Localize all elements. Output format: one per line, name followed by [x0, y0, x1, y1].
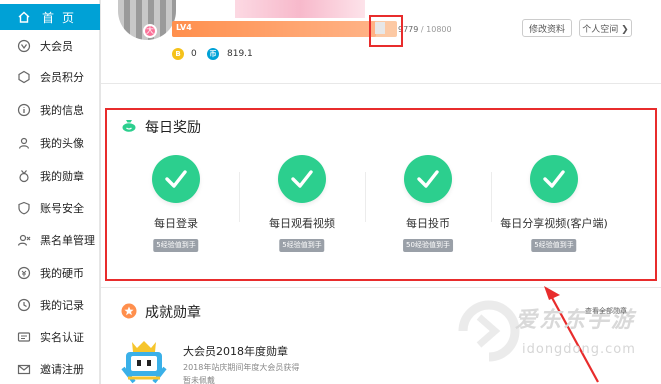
level-progress-fill [172, 21, 376, 37]
exp-max: 10800 [426, 25, 452, 34]
sidebar-item-invite[interactable]: 邀请注册 [0, 354, 100, 384]
sidebar-item-label: 我的勋章 [40, 170, 84, 183]
sidebar-divider [100, 0, 101, 384]
task-divider [365, 172, 366, 222]
sidebar-item-label: 我的硬币 [40, 267, 84, 280]
task-reward-share: 5经验值到手 [531, 239, 577, 252]
sidebar: 首页 大会员 会员积分 我的信息 我的头像 我的勋章 账号安全 黑名单管理 我的… [0, 0, 100, 384]
badge-status: 暂未佩戴 [183, 376, 215, 384]
username-blurred [235, 0, 365, 18]
sidebar-item-label: 实名认证 [40, 331, 84, 344]
blacklist-icon [17, 234, 31, 246]
sidebar-item-records[interactable]: 我的记录 [0, 290, 100, 320]
check-icon [417, 170, 439, 188]
b-coin-count: 0 [191, 49, 197, 59]
hard-coin-count: 819.1 [227, 49, 253, 59]
task-label-share: 每日分享视频(客户端) [500, 217, 608, 230]
personal-space-button[interactable]: 个人空间 ❯ [579, 19, 632, 37]
sidebar-item-medal[interactable]: 我的勋章 [0, 161, 100, 191]
home-icon [18, 11, 30, 23]
sidebar-item-label: 大会员 [40, 40, 73, 53]
edit-profile-button[interactable]: 修改资料 [522, 19, 572, 37]
task-reward-watch: 5经验值到手 [279, 239, 325, 252]
vip-badge: 大 [143, 24, 157, 38]
task-check-login [152, 155, 200, 203]
sidebar-item-label: 账号安全 [40, 202, 84, 215]
task-label-coin: 每日投币 [406, 217, 450, 230]
level-tag: LV4 [176, 23, 192, 32]
vip-icon [17, 39, 31, 53]
view-all-badges-link[interactable]: 查看全部勋章 [585, 306, 627, 316]
invite-icon [17, 364, 31, 375]
watermark-domain: idongdong.com [522, 342, 636, 357]
sidebar-item-label: 我的信息 [40, 104, 84, 117]
medal-icon [19, 170, 29, 183]
task-divider [239, 172, 240, 222]
exp-separator: / [420, 25, 424, 34]
daily-reward-title: 每日奖励 [145, 120, 201, 136]
hard-coin-icon: 币 [207, 48, 219, 60]
coin-icon [17, 266, 31, 280]
shield-icon [18, 201, 30, 215]
info-icon [17, 103, 31, 117]
sidebar-item-label: 我的头像 [40, 137, 84, 150]
vip-2018-badge-icon [121, 341, 167, 384]
b-coin-icon: B [172, 48, 184, 60]
sidebar-item-vip[interactable]: 大会员 [0, 31, 100, 61]
sidebar-item-coins[interactable]: 我的硬币 [0, 258, 100, 288]
sidebar-item-security[interactable]: 账号安全 [0, 193, 100, 223]
task-divider [491, 172, 492, 222]
sidebar-item-points[interactable]: 会员积分 [0, 62, 100, 92]
record-icon [17, 298, 31, 312]
sidebar-item-label: 我的记录 [40, 299, 84, 312]
id-card-icon [17, 332, 31, 342]
task-label-watch: 每日观看视频 [269, 217, 335, 230]
badge-title: 大会员2018年度勋章 [183, 345, 288, 358]
money-bag-icon [122, 120, 136, 132]
sidebar-item-home[interactable]: 首页 [0, 4, 100, 30]
avatar-icon [18, 137, 30, 149]
sidebar-item-label: 首页 [42, 11, 83, 25]
points-icon [18, 70, 30, 84]
task-check-coin [404, 155, 452, 203]
sidebar-item-info[interactable]: 我的信息 [0, 95, 100, 125]
sidebar-item-avatar[interactable]: 我的头像 [0, 128, 100, 158]
check-icon [543, 170, 565, 188]
check-icon [165, 170, 187, 188]
task-reward-coin: 50经验值到手 [403, 239, 453, 252]
task-label-login: 每日登录 [154, 217, 198, 230]
medal-section-icon [121, 303, 137, 319]
sidebar-item-realname[interactable]: 实名认证 [0, 322, 100, 352]
task-check-watch [278, 155, 326, 203]
check-icon [291, 170, 313, 188]
highlight-box-exp [369, 15, 403, 47]
badge-description: 2018年站庆期间年度大会员获得 [183, 363, 300, 372]
task-check-share [530, 155, 578, 203]
header-divider [101, 83, 661, 84]
sidebar-item-blacklist[interactable]: 黑名单管理 [0, 225, 100, 255]
sidebar-item-label: 黑名单管理 [40, 234, 95, 247]
sidebar-item-label: 会员积分 [40, 71, 84, 84]
task-reward-login: 5经验值到手 [153, 239, 199, 252]
exp-readout: 9779 / 10800 [398, 25, 452, 34]
achievements-title: 成就勋章 [145, 305, 201, 321]
sidebar-item-label: 邀请注册 [40, 363, 84, 376]
